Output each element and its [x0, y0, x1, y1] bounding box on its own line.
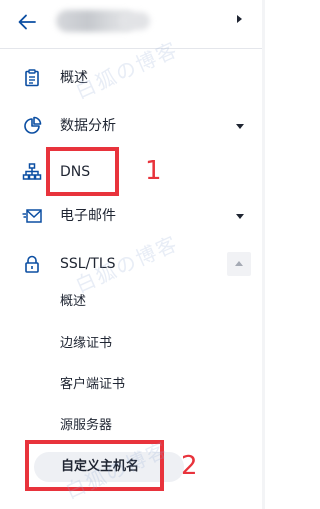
- sidebar-item-label: 概述: [60, 70, 88, 86]
- collapse-button[interactable]: [227, 252, 251, 276]
- submenu-item-edge-certificates[interactable]: 边缘证书: [0, 326, 265, 362]
- lock-icon: [25, 255, 39, 273]
- sidebar-header: [0, 0, 265, 49]
- email-forward-icon: [22, 209, 42, 223]
- sidebar-item-dns[interactable]: DNS: [0, 152, 265, 192]
- submenu-item-label: 边缘证书: [60, 336, 113, 351]
- annotation-box-dns: [46, 147, 119, 196]
- sidebar-item-email[interactable]: 电子邮件: [0, 196, 265, 236]
- sidebar-item-label: 数据分析: [60, 118, 116, 134]
- sidebar-item-overview[interactable]: 概述: [0, 58, 265, 98]
- chevron-down-icon[interactable]: [236, 124, 244, 129]
- submenu-item-ssl-overview[interactable]: 概述: [0, 284, 265, 320]
- sidebar-item-label: 电子邮件: [60, 208, 116, 224]
- annotation-number-1: 1: [145, 156, 162, 186]
- submenu-item-origin-server[interactable]: 源服务器: [0, 408, 265, 444]
- annotation-number-2: 2: [181, 451, 198, 481]
- arrow-left-icon[interactable]: [16, 11, 38, 33]
- network-tree-icon: [22, 163, 42, 180]
- submenu-item-client-certificates[interactable]: 客户端证书: [0, 367, 265, 403]
- account-name-blurred-tail: [120, 12, 150, 30]
- annotation-box-custom-hostnames: [25, 440, 164, 491]
- sidebar-item-label: SSL/TLS: [60, 256, 116, 272]
- scrollbar-track[interactable]: [262, 0, 265, 509]
- caret-right-icon[interactable]: [237, 15, 242, 23]
- sidebar-item-analytics[interactable]: 数据分析: [0, 106, 265, 146]
- sidebar-item-ssl-tls[interactable]: SSL/TLS: [0, 244, 265, 284]
- chevron-down-icon[interactable]: [236, 214, 244, 219]
- submenu-item-label: 源服务器: [60, 418, 113, 433]
- submenu-item-label: 客户端证书: [60, 377, 126, 392]
- chevron-up-icon: [235, 261, 243, 266]
- pie-chart-icon: [24, 116, 42, 134]
- clipboard-icon: [25, 69, 39, 87]
- sidebar: 概述 数据分析 DNS 电子邮件 SSL/TLS 概述 边缘证书 客户端证书 源…: [0, 0, 265, 509]
- submenu-item-label: 概述: [60, 294, 87, 309]
